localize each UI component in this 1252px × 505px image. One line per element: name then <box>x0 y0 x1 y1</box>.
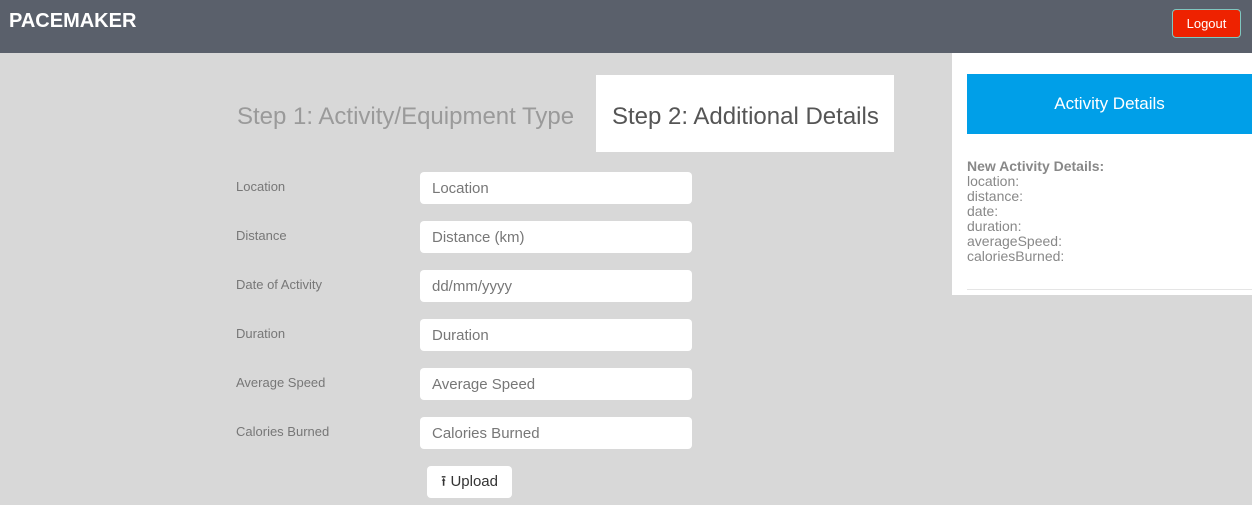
location-label: Location <box>236 179 286 194</box>
location-input[interactable] <box>420 172 692 204</box>
upload-icon: ⭱ <box>441 473 447 490</box>
duration-input[interactable] <box>420 319 692 351</box>
details-title: New Activity Details: <box>967 158 1105 174</box>
detail-duration: duration: <box>967 218 1022 234</box>
average-speed-input[interactable] <box>420 368 692 400</box>
upload-label: Upload <box>450 473 498 490</box>
panel-header: Activity Details <box>967 74 1252 134</box>
date-input[interactable] <box>420 270 692 302</box>
detail-location: location: <box>967 173 1020 189</box>
logout-button[interactable]: Logout <box>1172 9 1241 38</box>
date-label: Date of Activity <box>236 277 322 292</box>
distance-label: Distance <box>236 228 287 243</box>
detail-average-speed: averageSpeed: <box>967 233 1062 249</box>
calories-label: Calories Burned <box>236 424 330 439</box>
average-speed-label: Average Speed <box>236 375 326 390</box>
navbar: PACEMAKER Logout <box>0 0 1252 53</box>
details-list: New Activity Details: location: distance… <box>967 159 1104 264</box>
tab-step-2[interactable]: Step 2: Additional Details <box>596 75 894 152</box>
calories-input[interactable] <box>420 417 692 449</box>
duration-label: Duration <box>236 326 286 341</box>
detail-distance: distance: <box>967 188 1024 204</box>
upload-button[interactable]: ⭱ Upload <box>427 466 512 498</box>
tab-step-1[interactable]: Step 1: Activity/Equipment Type <box>237 103 574 131</box>
distance-input[interactable] <box>420 221 692 253</box>
detail-date: date: <box>967 203 999 219</box>
brand-logo[interactable]: PACEMAKER <box>9 10 136 33</box>
divider <box>967 289 1252 290</box>
detail-calories: caloriesBurned: <box>967 248 1065 264</box>
activity-details-panel: Activity Details New Activity Details: l… <box>952 53 1252 295</box>
